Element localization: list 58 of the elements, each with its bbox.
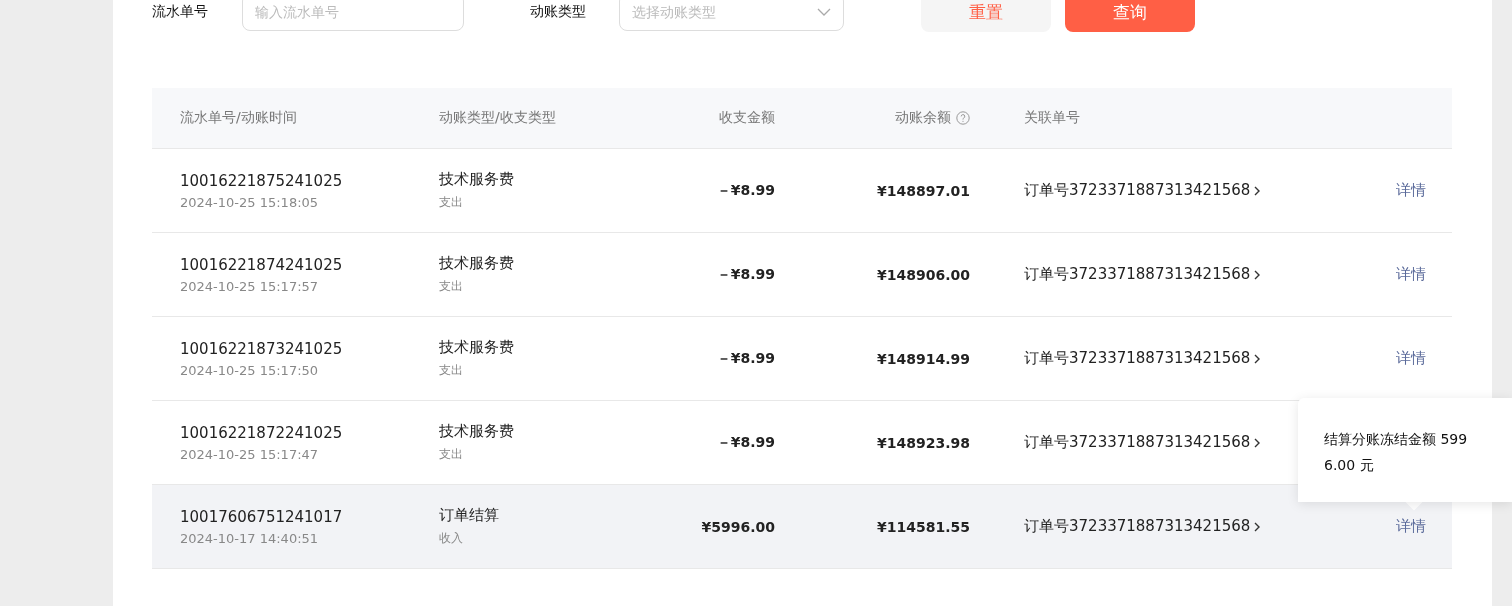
detail-link[interactable]: 详情 xyxy=(1396,349,1426,368)
tooltip: 结算分账冻结金额 5996.00 元 xyxy=(1298,398,1512,510)
direction-label: 支出 xyxy=(439,194,464,211)
order-link[interactable]: 订单号3723371887313421568 xyxy=(1024,517,1372,536)
amount: －¥8.99 xyxy=(716,181,775,200)
transaction-type: 技术服务费 xyxy=(439,422,515,441)
search-button[interactable]: 查询 xyxy=(1065,0,1195,32)
transaction-type: 技术服务费 xyxy=(439,170,515,189)
serial-number: 10016221872241025 xyxy=(180,423,344,442)
chevron-down-icon[interactable] xyxy=(817,8,831,16)
direction-label: 支出 xyxy=(439,362,464,379)
chevron-right-icon xyxy=(1254,521,1261,532)
select-field[interactable]: 选择动账类型 xyxy=(619,0,844,31)
select-input[interactable]: 选择动账类型 xyxy=(632,4,812,20)
balance: ¥148906.00 xyxy=(877,266,970,283)
transaction-time: 2024-10-25 15:17:57 xyxy=(180,278,320,294)
order-link[interactable]: 订单号3723371887313421568 xyxy=(1024,181,1372,200)
column-header: 关联单号 xyxy=(1024,109,1080,127)
direction-label: 支出 xyxy=(439,278,464,295)
detail-link[interactable]: 详情 xyxy=(1396,265,1426,284)
transaction-time: 2024-10-25 15:17:50 xyxy=(180,362,320,378)
amount: －¥8.99 xyxy=(716,265,775,284)
balance: ¥148923.98 xyxy=(877,434,970,451)
detail-link[interactable]: 详情 xyxy=(1396,181,1426,200)
help-icon[interactable] xyxy=(956,111,970,125)
chevron-right-icon xyxy=(1254,437,1261,448)
serial-number: 10016221874241025 xyxy=(180,255,344,274)
balance: ¥114581.55 xyxy=(877,518,970,535)
order-link[interactable]: 订单号3723371887313421568 xyxy=(1024,265,1372,284)
column-header: 收支金额 xyxy=(719,109,775,127)
serial-number: 10017606751241017 xyxy=(180,507,344,526)
text-input[interactable]: 输入流水单号 xyxy=(255,4,435,20)
transaction-type: 订单结算 xyxy=(439,506,500,525)
direction-label: 支出 xyxy=(439,446,464,463)
serial-number: 10016221875241025 xyxy=(180,171,344,190)
column-header: 流水单号/动账时间 xyxy=(180,109,297,127)
serial-number: 10016221873241025 xyxy=(180,339,344,358)
column-header: 动账类型/收支类型 xyxy=(439,109,556,127)
order-link[interactable]: 订单号3723371887313421568 xyxy=(1024,349,1372,368)
transaction-type: 技术服务费 xyxy=(439,338,515,357)
column-header: 动账余额 xyxy=(895,109,951,127)
field-label: 动账类型 xyxy=(530,3,587,21)
balance: ¥148897.01 xyxy=(877,182,970,199)
amount: ¥5996.00 xyxy=(701,518,775,535)
balance: ¥148914.99 xyxy=(877,350,970,367)
chevron-right-icon xyxy=(1254,269,1261,280)
transaction-time: 2024-10-25 15:18:05 xyxy=(180,194,320,210)
field-label: 流水单号 xyxy=(152,3,209,21)
transaction-type: 技术服务费 xyxy=(439,254,515,273)
input-field[interactable]: 输入流水单号 xyxy=(242,0,464,31)
transaction-time: 2024-10-17 14:40:51 xyxy=(180,530,320,546)
transaction-time: 2024-10-25 15:17:47 xyxy=(180,446,320,462)
detail-link[interactable]: 详情 xyxy=(1396,517,1426,536)
chevron-right-icon xyxy=(1254,185,1261,196)
amount: －¥8.99 xyxy=(716,433,775,452)
direction-label: 收入 xyxy=(439,530,464,547)
chevron-right-icon xyxy=(1254,353,1261,364)
amount: －¥8.99 xyxy=(716,349,775,368)
